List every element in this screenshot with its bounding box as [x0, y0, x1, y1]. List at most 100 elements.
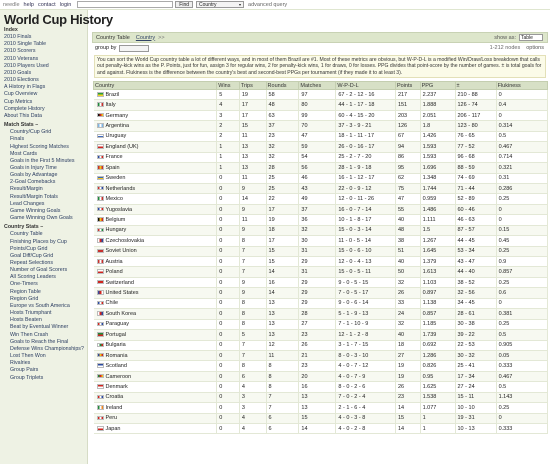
column-header[interactable]: PPG [419, 81, 456, 90]
country-cell[interactable]: Soviet Union [93, 246, 218, 258]
sidebar-item[interactable]: Win Then Crash [4, 332, 86, 339]
sidebar-item[interactable]: 2010 Players Used [4, 63, 86, 70]
sidebar-item[interactable]: Goals in the First 5 Minutes [4, 158, 86, 165]
sidebar-item[interactable]: Complete History [4, 106, 86, 113]
table-row[interactable]: Spain 1 13 28 56 28 - 1 - 9 - 18 95 1.696 88 - 5… [93, 162, 549, 174]
country-cell[interactable]: Brazil [93, 89, 218, 101]
country-name[interactable]: Poland [106, 269, 123, 275]
country-cell[interactable]: England (UK) [93, 141, 218, 153]
country-name[interactable]: Peru [106, 415, 118, 421]
table-row[interactable]: Peru 0 4 6 15 4 - 0 - 3 - 8 15 1 19 - 31 0 [93, 413, 549, 425]
country-name[interactable]: Mexico [106, 196, 123, 202]
country-name[interactable]: Uruguay [106, 133, 127, 139]
country-name[interactable]: Belgium [106, 217, 126, 223]
country-cell[interactable]: Ireland [93, 402, 218, 414]
country-cell[interactable]: Netherlands [93, 183, 218, 195]
country-cell[interactable]: Italy [93, 99, 218, 111]
column-header[interactable]: ± [454, 81, 497, 90]
sidebar-item[interactable]: 2010 Scorers [4, 48, 86, 55]
sidebar-item[interactable]: Goals by Advantage [4, 172, 86, 179]
table-row[interactable]: Poland 0 7 14 31 15 - 0 - 5 - 11 50 1.613 44 - 4… [93, 266, 549, 278]
tab-country-table[interactable]: Country Table [96, 35, 130, 41]
country-name[interactable]: Scotland [106, 363, 127, 369]
country-cell[interactable]: Scotland [93, 360, 218, 372]
country-name[interactable]: Italy [106, 102, 116, 108]
sidebar-item[interactable]: 2010 Veterans [4, 56, 86, 63]
table-row[interactable]: Hungary 0 9 18 32 15 - 0 - 3 - 14 48 1.5 87 - 57… [93, 225, 549, 237]
sidebar-item[interactable]: Beat by Eventual Winner [4, 324, 86, 331]
sidebar-item[interactable]: One-Timers [4, 281, 86, 288]
sidebar-item[interactable]: Points/Cup Grid [4, 246, 86, 253]
country-cell[interactable]: Romania [93, 350, 218, 362]
country-name[interactable]: Soviet Union [106, 248, 137, 254]
sidebar-item[interactable]: Goal Diff/Cup Grid [4, 253, 86, 260]
sidebar-item[interactable]: Repeat Selections [4, 260, 86, 267]
country-name[interactable]: Hungary [106, 227, 127, 233]
country-name[interactable]: Brazil [106, 92, 120, 98]
sidebar-item[interactable]: Game Winning Goals [4, 208, 86, 215]
country-name[interactable]: Czechoslovakia [106, 238, 145, 244]
column-header[interactable]: W-P-D-L [335, 81, 396, 90]
sidebar-item[interactable]: Hosts Triumphant [4, 310, 86, 317]
brand-logo[interactable]: needle [3, 2, 20, 8]
sidebar-item[interactable]: Group Triplets [4, 375, 86, 382]
sidebar-item[interactable]: All Scoring Leaders [4, 274, 86, 281]
country-cell[interactable]: Japan [93, 423, 218, 435]
advanced-query-link[interactable]: advanced query [248, 2, 287, 8]
country-cell[interactable]: Yugoslavia [93, 204, 218, 216]
sidebar-item[interactable]: Lost Then Won [4, 353, 86, 360]
table-row[interactable]: England (UK) 1 13 32 59 26 - 0 - 16 - 17 94 1.5… [93, 141, 549, 153]
country-name[interactable]: Japan [106, 426, 121, 432]
column-header[interactable]: Trips [238, 81, 267, 90]
table-row[interactable]: Argentina 2 15 37 70 37 - 3 - 9 - 21 126 1.8 123… [93, 120, 549, 132]
table-row[interactable]: Portugal 0 5 13 23 12 - 1 - 2 - 8 40 1.739 39 - … [93, 329, 549, 341]
table-row[interactable]: Japan 0 4 6 14 4 - 0 - 2 - 8 14 1 10 - 13 0.333 [93, 423, 549, 435]
sidebar-item[interactable]: 2-Goal Comebacks [4, 179, 86, 186]
contact-link[interactable]: contact [38, 2, 56, 8]
country-name[interactable]: Spain [106, 165, 120, 171]
country-cell[interactable]: Hungary [93, 225, 218, 237]
country-cell[interactable]: Mexico [93, 193, 218, 205]
country-name[interactable]: Austria [106, 259, 123, 265]
table-row[interactable]: France 1 13 32 54 25 - 2 - 7 - 20 86 1.593 96 - … [93, 152, 549, 164]
column-header[interactable]: Country [92, 81, 218, 90]
table-row[interactable]: Netherlands 0 9 25 43 22 - 0 - 9 - 12 75 1.744 7… [93, 183, 549, 195]
table-row[interactable]: Uruguay 2 11 23 47 18 - 1 - 11 - 17 67 1.426 76 … [93, 131, 549, 143]
country-name[interactable]: Denmark [106, 384, 128, 390]
country-name[interactable]: South Korea [106, 311, 137, 317]
sidebar-item[interactable]: Result/Margin Totals [4, 194, 86, 201]
group-by-select[interactable] [119, 44, 150, 52]
column-header[interactable]: Flukiness [495, 81, 549, 90]
table-row[interactable]: Belgium 0 11 19 36 10 - 1 - 8 - 17 40 1.111 46 -… [93, 214, 549, 226]
country-name[interactable]: Yugoslavia [106, 207, 133, 213]
country-name[interactable]: Germany [106, 113, 129, 119]
sidebar-item[interactable]: Finals [4, 136, 86, 143]
sidebar-item[interactable]: Europe vs South America [4, 303, 86, 310]
country-name[interactable]: France [106, 154, 123, 160]
country-cell[interactable]: Chile [93, 298, 218, 310]
column-header[interactable]: Points [394, 81, 421, 90]
table-row[interactable]: Ireland 0 3 7 13 2 - 1 - 6 - 4 14 1.077 10 - 10 0… [93, 402, 549, 414]
country-name[interactable]: England (UK) [106, 144, 139, 150]
help-link[interactable]: help [24, 2, 34, 8]
column-header[interactable]: Wins [216, 81, 240, 90]
sidebar-item[interactable]: Region Table [4, 289, 86, 296]
show-as-select[interactable]: Table [519, 34, 543, 41]
country-cell[interactable]: Spain [93, 162, 218, 174]
country-cell[interactable]: Poland [93, 266, 218, 278]
sidebar-item[interactable]: Hosts Beaten [4, 317, 86, 324]
sidebar-item[interactable]: About This Data [4, 113, 86, 120]
sidebar-item[interactable]: Country Table [4, 231, 86, 238]
country-name[interactable]: Sweden [106, 175, 126, 181]
country-name[interactable]: Switzerland [106, 280, 134, 286]
sidebar-item[interactable]: Lead Changes [4, 201, 86, 208]
country-cell[interactable]: France [93, 152, 218, 164]
country-cell[interactable]: United States [93, 287, 218, 299]
country-cell[interactable]: Switzerland [93, 277, 218, 289]
sidebar-item[interactable]: Most Cards [4, 151, 86, 158]
sidebar-item[interactable]: Region Grid [4, 296, 86, 303]
table-row[interactable]: South Korea 0 8 13 28 5 - 1 - 9 - 13 24 0.857 28… [93, 308, 549, 320]
table-row[interactable]: Romania 0 7 11 21 8 - 0 - 3 - 10 27 1.286 30 - 3… [93, 350, 549, 362]
country-name[interactable]: Croatia [106, 394, 124, 400]
country-cell[interactable]: Germany [93, 110, 218, 122]
